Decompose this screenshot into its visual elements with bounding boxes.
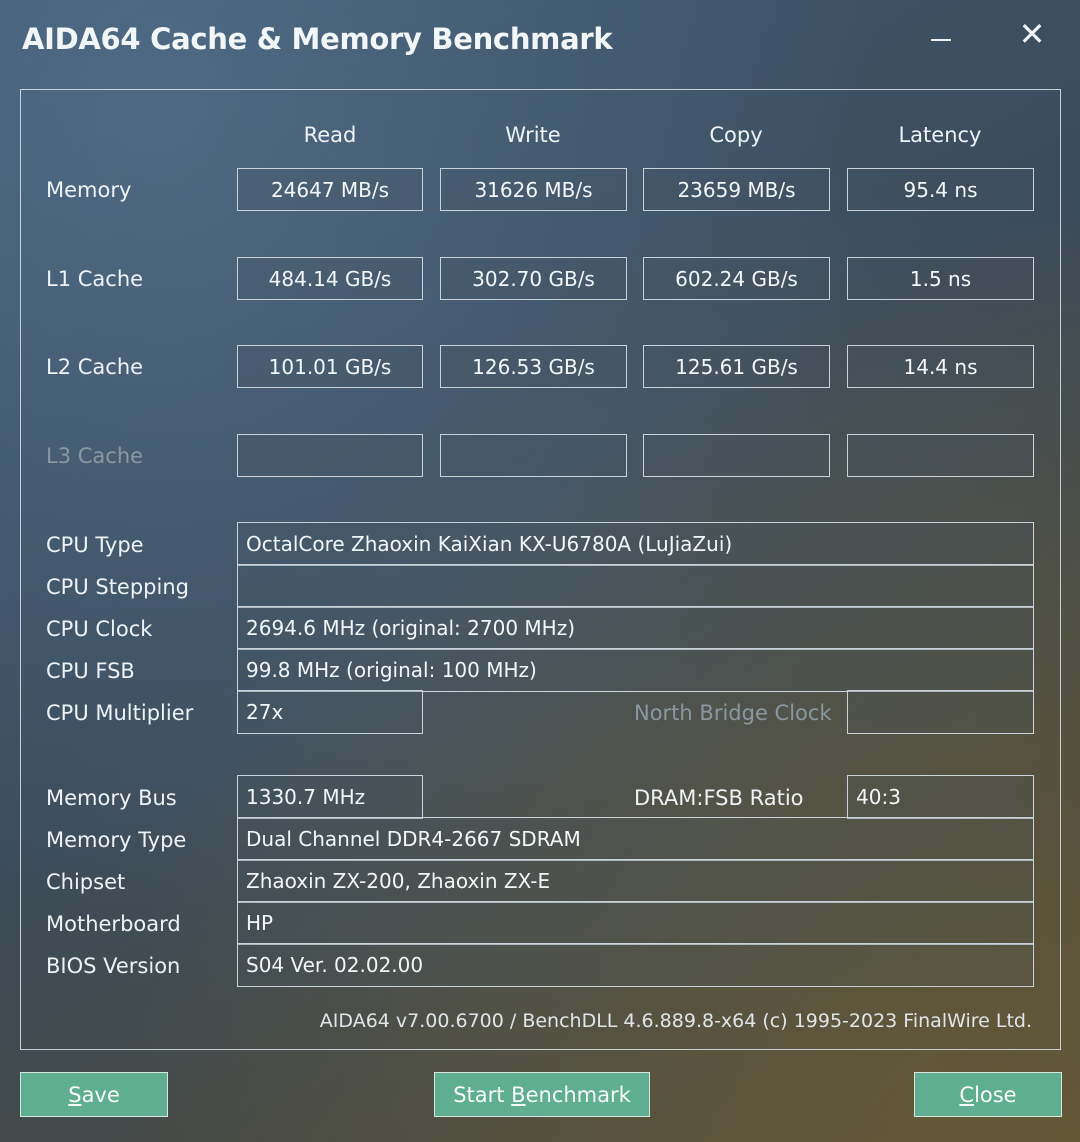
column-header-read: Read <box>303 123 357 147</box>
cpu-stepping-label: CPU Stepping <box>46 575 189 599</box>
row-label-l3-cache: L3 Cache <box>46 444 144 468</box>
l2-write-value: 126.53 GB/s <box>440 345 627 388</box>
l1-copy-value: 602.24 GB/s <box>643 257 830 300</box>
l3-write-value <box>440 434 627 477</box>
cpu-clock-value: 2694.6 MHz (original: 2700 MHz) <box>237 606 1034 650</box>
l3-read-value <box>237 434 423 477</box>
memory-bus-value: 1330.7 MHz <box>237 775 423 819</box>
memory-type-value: Dual Channel DDR4-2667 SDRAM <box>237 817 1034 861</box>
cpu-type-label: CPU Type <box>46 533 144 557</box>
start-benchmark-button[interactable]: Start Benchmark <box>434 1072 650 1117</box>
dram-fsb-ratio-value: 40:3 <box>847 775 1034 819</box>
cpu-fsb-value: 99.8 MHz (original: 100 MHz) <box>237 648 1034 692</box>
bios-version-value: S04 Ver. 02.02.00 <box>237 943 1034 987</box>
row-label-memory: Memory <box>46 178 132 202</box>
l1-read-value: 484.14 GB/s <box>237 257 423 300</box>
close-button-label: Close <box>959 1082 1017 1107</box>
close-window-button[interactable]: ✕ <box>1012 12 1052 56</box>
column-header-write: Write <box>505 123 561 147</box>
save-button-label: Save <box>68 1082 120 1107</box>
l3-latency-value <box>847 434 1034 477</box>
cpu-clock-label: CPU Clock <box>46 617 153 641</box>
chipset-label: Chipset <box>46 870 126 894</box>
cpu-fsb-label: CPU FSB <box>46 659 135 683</box>
title-bar[interactable]: AIDA64 Cache & Memory Benchmark ✕ <box>0 0 1080 80</box>
start-benchmark-button-label: Start Benchmark <box>453 1082 631 1107</box>
l2-read-value: 101.01 GB/s <box>237 345 423 388</box>
minimize-button[interactable] <box>921 12 961 56</box>
save-button[interactable]: Save <box>20 1072 168 1117</box>
memory-read-value: 24647 MB/s <box>237 168 423 211</box>
benchmark-window: AIDA64 Cache & Memory Benchmark ✕ Read W… <box>0 0 1080 1142</box>
cpu-stepping-value <box>237 564 1034 608</box>
north-bridge-clock-label: North Bridge Clock <box>634 701 832 725</box>
memory-type-label: Memory Type <box>46 828 187 852</box>
window-title: AIDA64 Cache & Memory Benchmark <box>22 22 613 56</box>
row-label-l2-cache: L2 Cache <box>46 355 144 379</box>
version-footer: AIDA64 v7.00.6700 / BenchDLL 4.6.889.8-x… <box>319 1010 1032 1032</box>
cpu-multiplier-value: 27x <box>237 690 423 734</box>
l2-latency-value: 14.4 ns <box>847 345 1034 388</box>
motherboard-value: HP <box>237 901 1034 945</box>
l1-latency-value: 1.5 ns <box>847 257 1034 300</box>
memory-write-value: 31626 MB/s <box>440 168 627 211</box>
column-header-copy: Copy <box>709 123 763 147</box>
motherboard-label: Motherboard <box>46 912 181 936</box>
cpu-type-value: OctalCore Zhaoxin KaiXian KX-U6780A (LuJ… <box>237 522 1034 566</box>
dram-fsb-ratio-label: DRAM:FSB Ratio <box>634 786 804 810</box>
bios-version-label: BIOS Version <box>46 954 181 978</box>
close-icon: ✕ <box>1018 15 1046 53</box>
memory-latency-value: 95.4 ns <box>847 168 1034 211</box>
cpu-multiplier-label: CPU Multiplier <box>46 701 194 725</box>
column-header-latency: Latency <box>898 123 982 147</box>
l2-copy-value: 125.61 GB/s <box>643 345 830 388</box>
memory-bus-label: Memory Bus <box>46 786 177 810</box>
l1-write-value: 302.70 GB/s <box>440 257 627 300</box>
memory-copy-value: 23659 MB/s <box>643 168 830 211</box>
row-label-l1-cache: L1 Cache <box>46 267 144 291</box>
north-bridge-clock-value <box>847 690 1034 734</box>
chipset-value: Zhaoxin ZX-200, Zhaoxin ZX-E <box>237 859 1034 903</box>
minimize-icon <box>931 39 951 41</box>
close-button[interactable]: Close <box>914 1072 1062 1117</box>
l3-copy-value <box>643 434 830 477</box>
